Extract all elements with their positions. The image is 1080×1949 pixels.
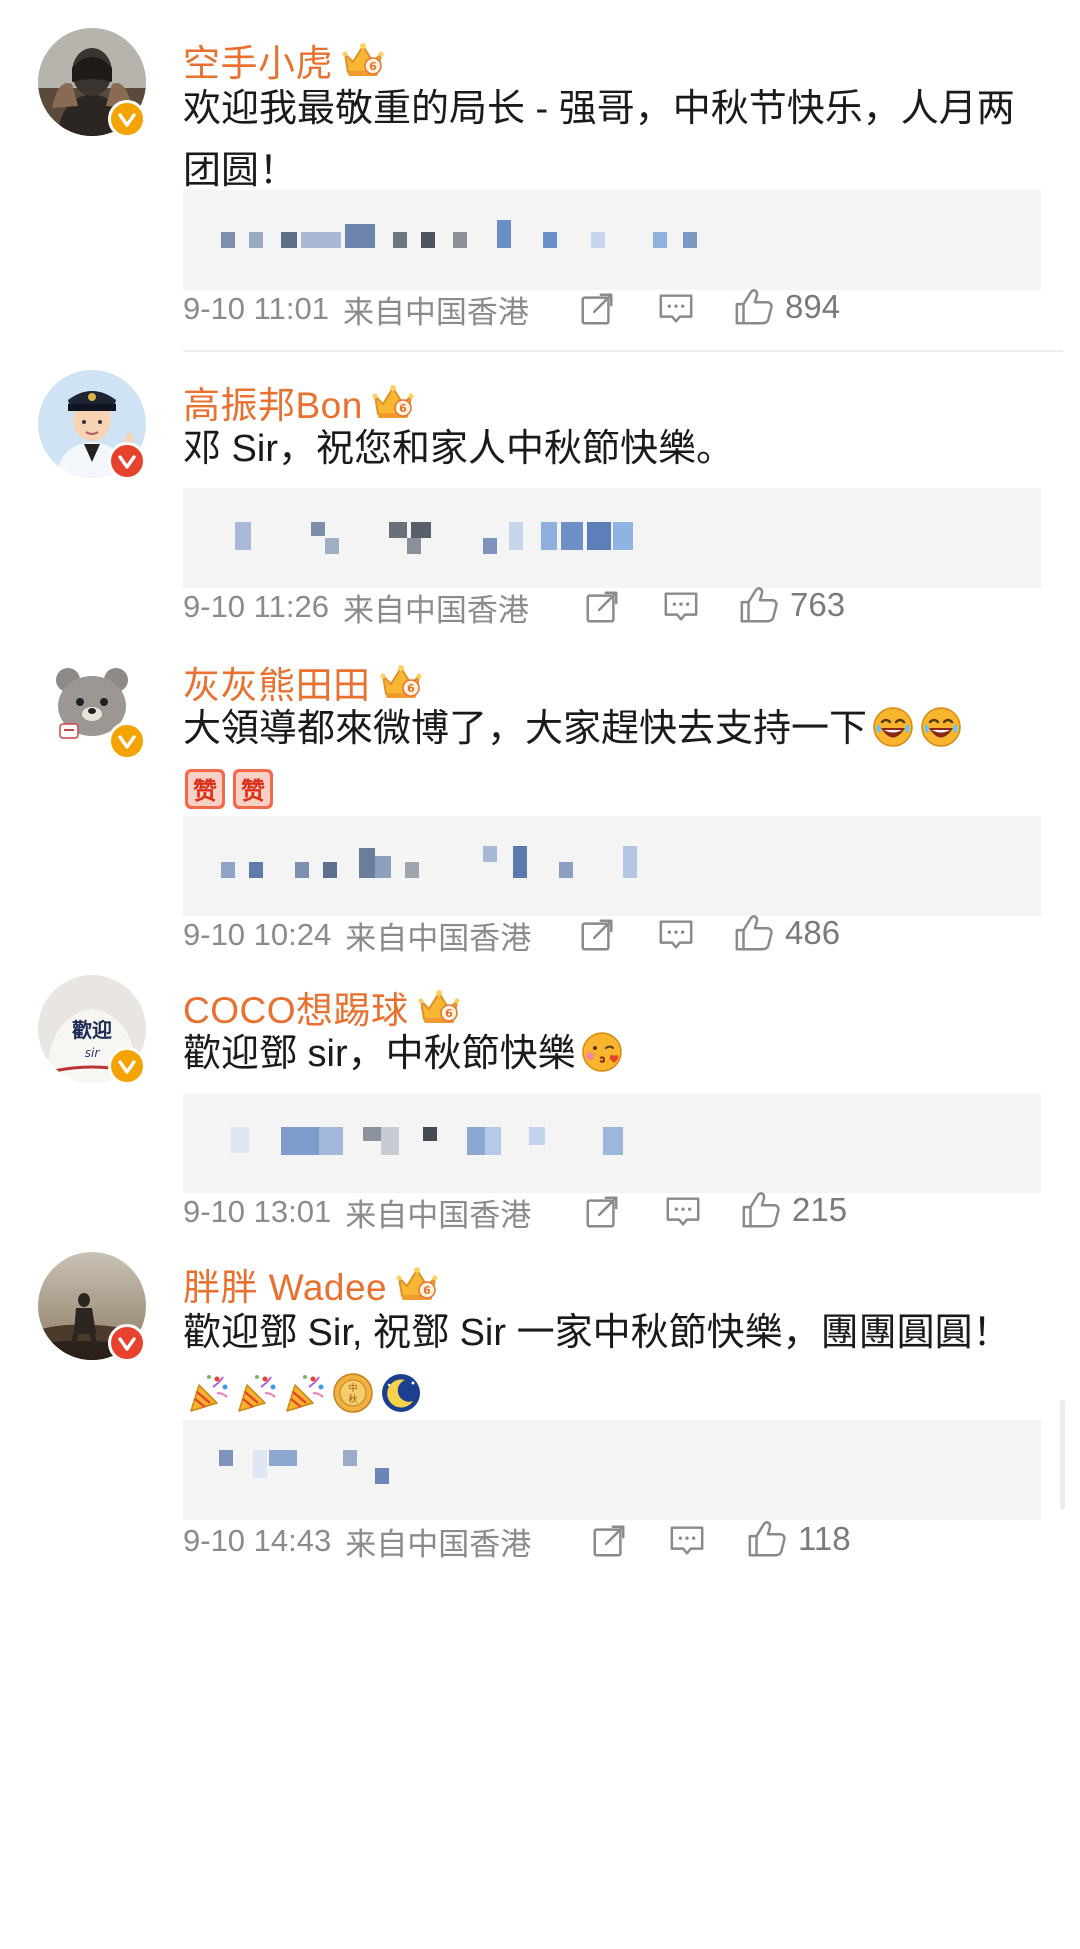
quoted-reply-pixelated[interactable]: [183, 190, 1041, 290]
share-button[interactable]: [578, 282, 616, 336]
comment-icon: [664, 1193, 702, 1231]
reply-button[interactable]: [668, 1514, 706, 1568]
ip-location: 来自中国香港: [342, 294, 529, 330]
share-button[interactable]: [590, 1514, 628, 1568]
comment-meta: 9-10 11:01 来自中国香港: [183, 282, 529, 336]
ip-location: 来自中国香港: [345, 920, 532, 956]
comment-text-body: 歡迎鄧 sir，中秋節快樂: [183, 1033, 576, 1075]
like-button[interactable]: 763: [738, 578, 845, 632]
crown-vip-icon: [379, 662, 423, 702]
verified-badge-icon: [108, 1047, 146, 1085]
comment-text: 大領導都來微博了，大家趕快去支持一下: [183, 698, 1043, 822]
thumbs-up-icon: [733, 286, 775, 328]
verified-badge-icon: [108, 722, 146, 760]
share-icon: [590, 1522, 628, 1560]
quoted-reply-pixelated[interactable]: [183, 1420, 1041, 1520]
timestamp: 9-10 10:24: [183, 917, 332, 952]
comment-icon: [662, 588, 700, 626]
comment-text: 歡迎鄧 sir，中秋節快樂: [183, 1023, 1043, 1085]
comment-text: 欢迎我最敬重的局长 - 强哥，中秋节快乐，人月两团圆！: [183, 78, 1043, 202]
quoted-reply-pixelated[interactable]: [183, 816, 1041, 916]
comment-text-body: 邓 Sir，祝您和家人中秋節快樂。: [183, 428, 735, 470]
laugh-cry-emoji-icon: [919, 705, 963, 749]
reply-button[interactable]: [662, 580, 700, 634]
like-count: 763: [790, 586, 846, 623]
comment-icon: [657, 290, 695, 328]
like-count: 118: [798, 1520, 851, 1557]
comment-text: 歡迎鄧 Sir, 祝鄧 Sir 一家中秋節快樂，團團圓圓！: [183, 1302, 1043, 1426]
comment-meta: 9-10 11:26 来自中国香港: [183, 580, 529, 634]
laugh-cry-emoji-icon: [871, 705, 915, 749]
thumbs-up-icon: [738, 584, 780, 626]
share-button[interactable]: [578, 908, 616, 962]
comment-text-body: 歡迎鄧 Sir, 祝鄧 Sir 一家中秋節快樂，團團圓圓！: [183, 1312, 1011, 1354]
comment-meta: 9-10 13:01 来自中国香港: [183, 1185, 531, 1239]
crown-vip-icon: [341, 40, 385, 80]
like-button[interactable]: 215: [740, 1183, 847, 1237]
share-icon: [578, 290, 616, 328]
ip-location: 来自中国香港: [342, 592, 529, 628]
timestamp: 9-10 11:01: [183, 291, 329, 326]
comment-icon: [668, 1522, 706, 1560]
verified-badge-icon: [108, 1324, 146, 1362]
like-button[interactable]: 118: [746, 1512, 851, 1566]
share-icon: [583, 588, 621, 626]
reply-button[interactable]: [664, 1185, 702, 1239]
like-count: 486: [785, 914, 841, 951]
share-icon: [578, 916, 616, 954]
timestamp: 9-10 13:01: [183, 1194, 332, 1229]
scrollbar[interactable]: [1060, 1400, 1065, 1510]
crown-vip-icon: [417, 987, 461, 1027]
thumbs-up-icon: [733, 912, 775, 954]
share-button[interactable]: [583, 1185, 621, 1239]
kiss-emoji-icon: [580, 1030, 624, 1074]
svg-text:歡迎: 歡迎: [72, 1018, 112, 1042]
verified-badge-icon: [108, 100, 146, 138]
party-popper-emoji-icon: [235, 1371, 279, 1415]
like-button[interactable]: 486: [733, 906, 840, 960]
timestamp: 9-10 14:43: [183, 1523, 332, 1558]
comment-text: 邓 Sir，祝您和家人中秋節快樂。: [183, 418, 1043, 480]
timestamp: 9-10 11:26: [183, 589, 329, 624]
like-button[interactable]: 894: [733, 280, 840, 334]
mooncake-emoji-icon: [331, 1371, 375, 1415]
comment-text-body: 大領導都來微博了，大家趕快去支持一下: [183, 708, 868, 750]
comment-text-body: 欢迎我最敬重的局长 - 强哥，中秋节快乐，人月两团圆！: [183, 88, 1015, 192]
crown-vip-icon: [395, 1264, 439, 1304]
comment-meta: 9-10 10:24 来自中国香港: [183, 908, 531, 962]
crown-vip-icon: [371, 382, 415, 422]
zan-emoji-icon: [183, 767, 227, 811]
divider: [183, 350, 1063, 352]
party-popper-emoji-icon: [187, 1371, 231, 1415]
thumbs-up-icon: [746, 1518, 788, 1560]
like-count: 894: [785, 288, 841, 325]
quoted-reply-pixelated[interactable]: [183, 1093, 1041, 1193]
zan-emoji-icon: [231, 767, 275, 811]
share-button[interactable]: [583, 580, 621, 634]
reply-button[interactable]: [657, 282, 695, 336]
svg-text:sir: sir: [85, 1046, 101, 1060]
ip-location: 来自中国香港: [345, 1526, 532, 1562]
party-popper-emoji-icon: [283, 1371, 327, 1415]
ip-location: 来自中国香港: [345, 1197, 532, 1233]
share-icon: [583, 1193, 621, 1231]
moon-emoji-icon: [379, 1371, 423, 1415]
verified-badge-icon: [108, 442, 146, 480]
thumbs-up-icon: [740, 1189, 782, 1231]
quoted-reply-pixelated[interactable]: [183, 488, 1041, 588]
like-count: 215: [792, 1191, 848, 1228]
comment-meta: 9-10 14:43 来自中国香港: [183, 1514, 531, 1568]
reply-button[interactable]: [657, 908, 695, 962]
comment-icon: [657, 916, 695, 954]
